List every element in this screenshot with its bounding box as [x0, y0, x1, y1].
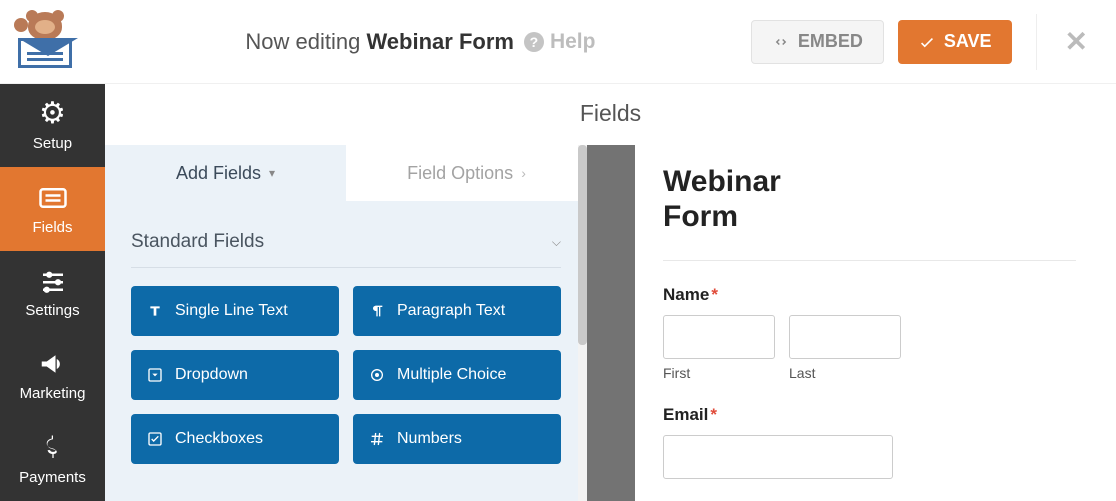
field-label: Paragraph Text — [397, 302, 505, 320]
field-label: Email* — [663, 405, 1076, 425]
scrollbar-track[interactable] — [578, 145, 587, 501]
sidebar-item-setup[interactable]: ⚙ Setup — [0, 84, 105, 167]
embed-button[interactable]: EMBED — [751, 20, 884, 64]
field-label: Single Line Text — [175, 302, 288, 320]
email-input[interactable] — [663, 435, 893, 479]
code-icon — [772, 33, 790, 51]
sidebar-item-label: Setup — [33, 135, 72, 152]
form-title: Webinar Form — [663, 165, 843, 234]
main: ⚙ Setup Fields Settings Marketing Paymen… — [0, 84, 1116, 501]
preview-gutter — [587, 145, 635, 501]
top-center: Now editing Webinar Form ? Help — [90, 29, 751, 55]
field-label: Dropdown — [175, 366, 248, 384]
radio-icon — [369, 367, 385, 383]
name-field[interactable]: Name* First Last — [663, 285, 1076, 381]
panel-title: Fields — [105, 84, 1116, 145]
field-label: Numbers — [397, 430, 462, 448]
tab-field-options[interactable]: Field Options › — [346, 145, 587, 201]
panel-tabs: Add Fields ▾ Field Options › — [105, 145, 587, 201]
section-title: Standard Fields — [131, 231, 264, 253]
sidebar-item-label: Settings — [25, 302, 79, 319]
wpforms-logo-icon — [10, 12, 80, 72]
chevron-right-icon: › — [521, 165, 526, 181]
tab-label: Field Options — [407, 163, 513, 184]
checkbox-icon — [147, 431, 163, 447]
fields-panel: Add Fields ▾ Field Options › Standard Fi… — [105, 145, 587, 501]
caret-square-icon — [147, 367, 163, 383]
scrollbar-thumb[interactable] — [578, 145, 587, 345]
standard-fields-section: Standard Fields ⌵ Single Line Text Parag… — [105, 201, 587, 468]
field-numbers[interactable]: Numbers — [353, 414, 561, 464]
sidebar-item-fields[interactable]: Fields — [0, 167, 105, 250]
sidebar-item-settings[interactable]: Settings — [0, 251, 105, 334]
required-marker: * — [711, 285, 718, 304]
close-icon[interactable]: ✕ — [1057, 25, 1096, 58]
text-cursor-icon — [147, 303, 163, 319]
sidebar-item-label: Payments — [19, 469, 86, 486]
field-label: Name* — [663, 285, 1076, 305]
editing-title: Now editing Webinar Form — [245, 29, 514, 55]
chevron-down-icon: ▾ — [269, 166, 275, 180]
sub-label: First — [663, 365, 775, 381]
field-label: Checkboxes — [175, 430, 263, 448]
sidebar-item-payments[interactable]: Payments — [0, 418, 105, 501]
help-label: Help — [550, 30, 596, 54]
top-bar: Now editing Webinar Form ? Help EMBED SA… — [0, 0, 1116, 84]
sidebar-item-label: Fields — [32, 219, 72, 236]
required-marker: * — [710, 405, 717, 424]
field-paragraph-text[interactable]: Paragraph Text — [353, 286, 561, 336]
help-link[interactable]: ? Help — [524, 30, 596, 54]
field-grid: Single Line Text Paragraph Text Dropdown — [131, 286, 561, 464]
logo[interactable] — [0, 0, 90, 84]
last-name-input[interactable] — [789, 315, 901, 359]
hashtag-icon — [369, 431, 385, 447]
top-actions: EMBED SAVE ✕ — [751, 14, 1116, 70]
sidebar: ⚙ Setup Fields Settings Marketing Paymen… — [0, 84, 105, 501]
form-preview: Webinar Form Name* First Last — [635, 145, 1116, 501]
question-icon: ? — [524, 32, 544, 52]
bullhorn-icon — [38, 349, 68, 379]
email-field[interactable]: Email* — [663, 405, 1076, 479]
form-name: Webinar Form — [366, 29, 514, 54]
tab-add-fields[interactable]: Add Fields ▾ — [105, 145, 346, 201]
divider — [663, 260, 1076, 261]
columns: Add Fields ▾ Field Options › Standard Fi… — [105, 145, 1116, 501]
field-label: Multiple Choice — [397, 366, 506, 384]
label-text: Name — [663, 285, 709, 304]
sliders-icon — [38, 266, 68, 296]
chevron-down-icon: ⌵ — [552, 235, 561, 250]
field-checkboxes[interactable]: Checkboxes — [131, 414, 339, 464]
save-button[interactable]: SAVE — [898, 20, 1012, 64]
label-text: Email — [663, 405, 708, 424]
sidebar-item-marketing[interactable]: Marketing — [0, 334, 105, 417]
field-dropdown[interactable]: Dropdown — [131, 350, 339, 400]
editing-prefix: Now editing — [245, 29, 360, 54]
check-icon — [918, 33, 936, 51]
field-multiple-choice[interactable]: Multiple Choice — [353, 350, 561, 400]
tab-label: Add Fields — [176, 163, 261, 184]
list-icon — [38, 183, 68, 213]
divider — [1036, 14, 1037, 70]
dollar-icon — [38, 433, 68, 463]
section-header[interactable]: Standard Fields ⌵ — [131, 221, 561, 268]
sub-label: Last — [789, 365, 901, 381]
sidebar-item-label: Marketing — [20, 385, 86, 402]
field-single-line-text[interactable]: Single Line Text — [131, 286, 339, 336]
save-label: SAVE — [944, 31, 992, 52]
first-name-input[interactable] — [663, 315, 775, 359]
workspace: Fields Add Fields ▾ Field Options › Stan… — [105, 84, 1116, 501]
embed-label: EMBED — [798, 31, 863, 52]
gear-icon: ⚙ — [39, 99, 66, 129]
paragraph-icon — [369, 303, 385, 319]
